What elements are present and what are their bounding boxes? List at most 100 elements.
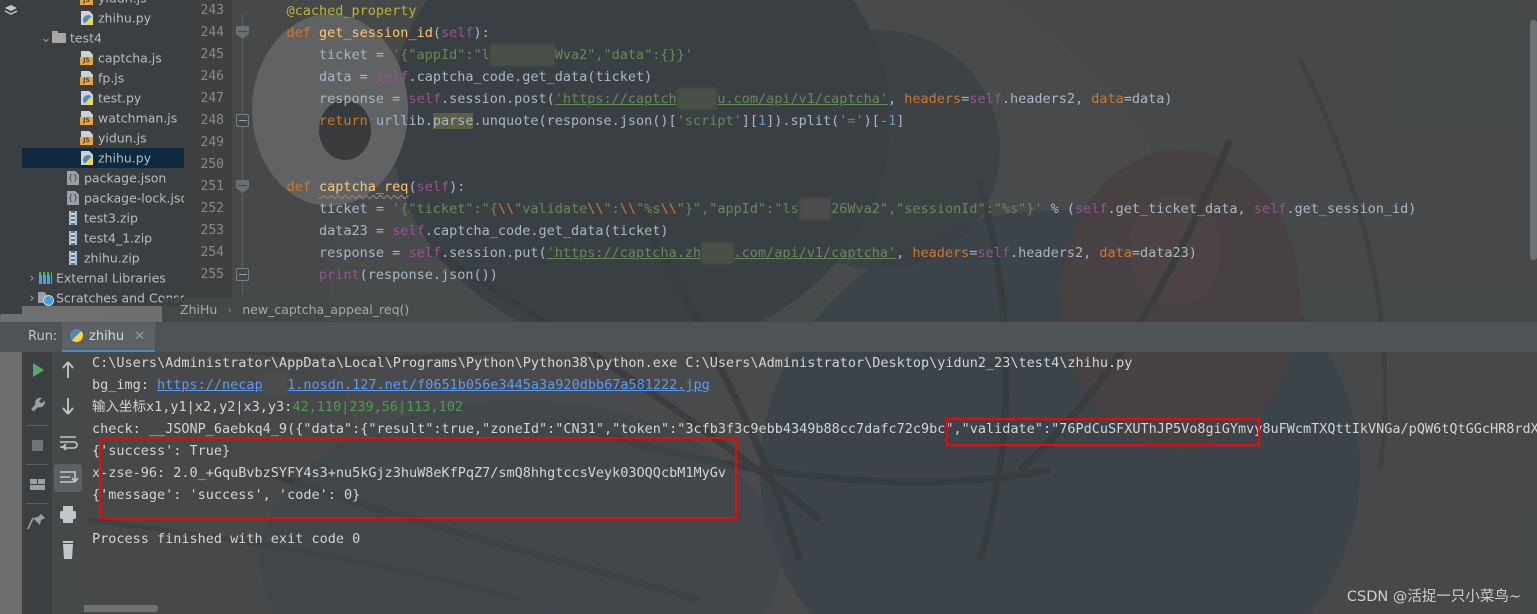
tree-item-test4[interactable]: ⌄ test4 [22, 28, 184, 48]
breadcrumb-method[interactable]: new_captcha_appeal_req() [242, 302, 409, 317]
toolbar-divider [26, 425, 48, 426]
command-line[interactable]: C:\Users\Administrator\AppData\Local\Pro… [92, 352, 1537, 374]
console-text[interactable]: C:\Users\Administrator\AppData\Local\Pro… [92, 352, 1537, 550]
tree-item-watchman-js[interactable]: watchman.js [22, 108, 184, 128]
code-token: -1 [879, 113, 897, 129]
print-button[interactable] [52, 496, 84, 532]
layout-button[interactable] [22, 466, 52, 502]
rerun-button[interactable] [22, 352, 52, 388]
fold-toggle-icon[interactable] [236, 114, 249, 127]
run-console-output[interactable]: C:\Users\Administrator\AppData\Local\Pro… [84, 352, 1537, 614]
code-line[interactable]: data23 = self.captcha_code.get_data(tick… [254, 220, 1537, 242]
code-line[interactable]: def captcha_req(self): [254, 176, 1537, 198]
message-line[interactable]: {'message': 'success', 'code': 0} [92, 484, 1537, 506]
tree-item-package-lock-json[interactable]: package-lock.json [22, 188, 184, 208]
code-token: , [896, 245, 913, 261]
tree-item-captcha-js[interactable]: captcha.js [22, 48, 184, 68]
python-file-icon [80, 11, 95, 25]
code-token: , [888, 91, 905, 107]
tree-item-zhihu-py[interactable]: zhihu.py [22, 148, 184, 168]
code-token: data23 = [254, 223, 393, 239]
check-line[interactable]: check: __JSONP_6aebkq4_9({"data":{"resul… [92, 418, 1537, 440]
breadcrumb[interactable]: ZhiHu › new_captcha_appeal_req() [162, 298, 1537, 322]
soft-wrap-button[interactable] [52, 424, 84, 460]
run-tab-label: zhihu [89, 329, 125, 344]
tree-item-external-libraries[interactable]: › External Libraries [22, 268, 184, 288]
code-token: self [408, 245, 441, 261]
stack-icon[interactable] [4, 4, 18, 17]
tree-item-scratches-and-consoles[interactable]: ›Scratches and Consoles [22, 288, 184, 306]
tree-item-test4-1-zip[interactable]: test4_1.zip [22, 228, 184, 248]
editor-code-area[interactable]: @cached_property def get_session_id(self… [254, 0, 1537, 298]
code-line[interactable]: return urllib.parse.unquote(response.jso… [254, 110, 1537, 132]
stop-button[interactable] [22, 427, 52, 463]
code-line[interactable]: response = self.session.post('https://ca… [254, 88, 1537, 110]
folder-icon [52, 31, 67, 45]
stop-square-icon [32, 440, 43, 451]
up-stack-button[interactable] [52, 352, 84, 388]
tree-item-test-py[interactable]: test.py [22, 88, 184, 108]
js-file-icon [80, 71, 95, 85]
console-text-segment: C:\Users\Administrator\AppData\Local\Pro… [92, 355, 1133, 371]
tree-item-label: test4 [70, 30, 102, 46]
tree-item-yidun-js[interactable]: yidun.js [22, 0, 184, 8]
code-line[interactable]: def get_session_id(self): [254, 22, 1537, 44]
chevron-right-icon[interactable]: › [26, 289, 38, 307]
tree-item-test3-zip[interactable]: test3.zip [22, 208, 184, 228]
pin-tab-button[interactable] [22, 505, 52, 541]
tree-item-zhihu-py[interactable]: zhihu.py [22, 8, 184, 28]
console-link[interactable]: https://necap [157, 377, 263, 393]
code-line[interactable]: ticket = '{"ticket":"{\\"validate\\":\\"… [254, 198, 1537, 220]
run-tool-window-header: Run: zhihu ✕ [0, 322, 1537, 352]
tree-item-fp-js[interactable]: fp.js [22, 68, 184, 88]
code-line[interactable]: print(response.json()) [254, 264, 1537, 286]
code-token: 1 [757, 113, 767, 129]
run-tab-zhihu[interactable]: zhihu ✕ [62, 322, 156, 352]
blank-line[interactable] [92, 506, 1537, 528]
zse-line[interactable]: x-zse-96: 2.0_+GquBvbzSYFY4s3+nu5kGjz3hu… [92, 462, 1537, 484]
code-line[interactable]: response = self.session.put('https://cap… [254, 242, 1537, 264]
chevron-right-icon[interactable]: › [26, 269, 38, 289]
code-line[interactable]: @cached_property [254, 0, 1537, 22]
fold-toggle-icon[interactable] [236, 180, 249, 193]
editor-horizontal-scrollbar[interactable] [0, 314, 104, 319]
code-token: .headers2, [1009, 245, 1100, 261]
code-token: self [392, 223, 425, 239]
console-text-segment: XXX [262, 374, 288, 396]
scroll-to-end-button[interactable] [54, 464, 82, 492]
code-token: XXXX [798, 198, 832, 220]
zip-file-icon [66, 211, 81, 225]
code-editor[interactable]: 243 244 245 246 247 248 249 250 251 252 253 254 255 … [184, 0, 1537, 298]
breadcrumb-class[interactable]: ZhiHu [180, 302, 217, 317]
success-line[interactable]: {'success': True} [92, 440, 1537, 462]
code-line[interactable]: data = self.captcha_code.get_data(ticket… [254, 66, 1537, 88]
tree-vertical-scrollbar[interactable] [1530, 20, 1537, 260]
clear-all-button[interactable] [52, 532, 84, 568]
debug-settings-button[interactable] [22, 388, 52, 424]
code-line[interactable]: ticket = '{"appId":"lXXXXXXXXWva2","data… [254, 44, 1537, 66]
line-number: 248 [200, 113, 224, 128]
tree-item-yidun-js[interactable]: yidun.js [22, 128, 184, 148]
coords-line[interactable]: 输入坐标x1,y1|x2,y2|x3,y3:42,110|239,56|113,… [92, 396, 1537, 418]
exit-line[interactable]: Process finished with exit code 0 [92, 528, 1537, 550]
fold-toggle-icon[interactable] [236, 268, 249, 281]
code-token: data = [254, 69, 376, 85]
chevron-down-icon[interactable]: ⌄ [40, 32, 52, 45]
tree-item-label: captcha.js [98, 50, 162, 66]
tree-item-package-json[interactable]: package.json [22, 168, 184, 188]
close-icon[interactable]: ✕ [134, 329, 145, 344]
code-token: ][ [741, 113, 758, 129]
console-text-segment: 42,110|239,56|113,102 [292, 399, 463, 415]
bg-img-line[interactable]: bg_img: https://necapXXX1.nosdn.127.net/… [92, 374, 1537, 396]
editor-fold-gutter[interactable] [232, 0, 254, 298]
code-line[interactable] [254, 132, 1537, 154]
down-stack-button[interactable] [52, 388, 84, 424]
tree-item-zhihu-zip[interactable]: zhihu.zip [22, 248, 184, 268]
code-token: .session.post( [440, 91, 555, 107]
console-link[interactable]: 1.nosdn.127.net/f0651b056e3445a3a920dbb6… [287, 377, 710, 393]
project-tree[interactable]: yidun.js zhihu.py ⌄ test4 captcha.js fp.js tes… [22, 0, 184, 306]
tree-item-label: zhihu.py [98, 150, 152, 166]
code-line[interactable] [254, 154, 1537, 176]
python-icon [70, 329, 83, 342]
fold-toggle-icon[interactable] [236, 26, 249, 39]
